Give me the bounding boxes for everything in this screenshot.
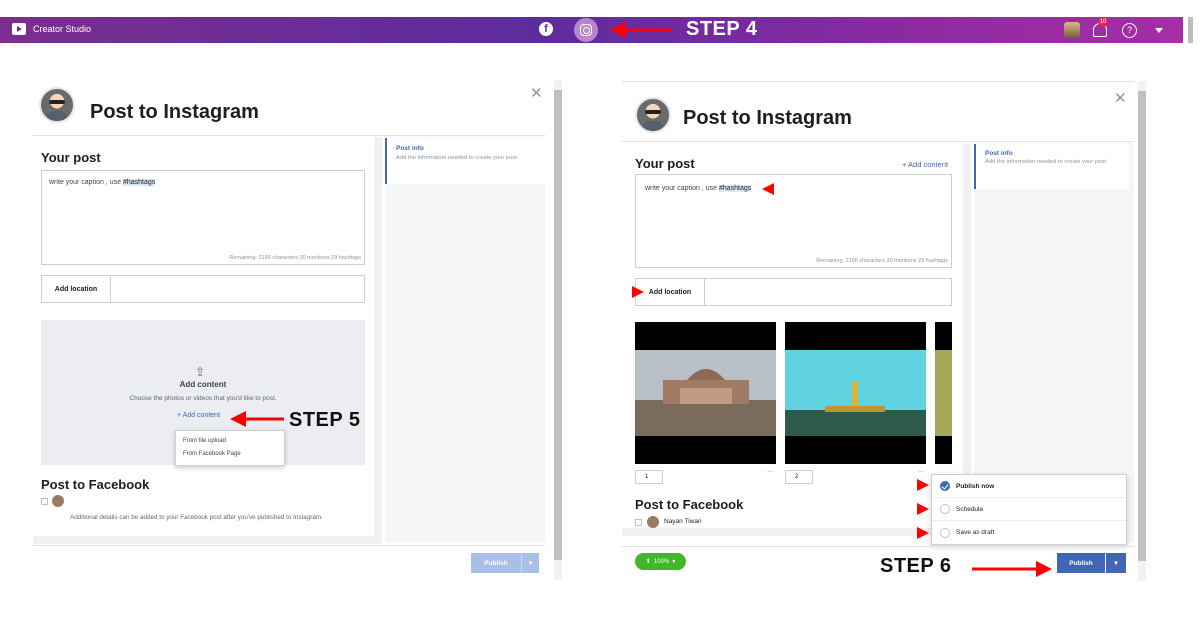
creator-studio-logo-icon [12,23,26,35]
add-content-button[interactable]: + Add content [902,160,948,169]
right-dialog-scrollbar[interactable] [1138,81,1146,581]
add-location-label: Add location [42,276,111,302]
help-icon[interactable]: ? [1122,22,1137,38]
facebook-user-name: Nayan Tiwari [664,518,702,525]
publish-dropdown-button[interactable]: ▾ [521,553,539,573]
app-name: Creator Studio [33,24,92,34]
post-to-facebook-heading: Post to Facebook [41,477,150,492]
main-scrollbar[interactable] [374,137,382,537]
caption-textarea[interactable]: write your caption , use #hashtags Remai… [41,170,365,265]
top-bar: Creator Studio f STEP 4 10 ? [0,17,1183,43]
post-to-facebook-heading: Post to Facebook [635,497,744,512]
post-info-title: Post info [985,150,1013,157]
page-avatar [39,87,75,123]
left-dialog-scrollbar[interactable] [554,80,562,580]
media-order-1[interactable]: 1 [635,470,663,484]
publish-now-option[interactable]: Publish now [932,475,1126,498]
schedule-pointer [917,503,929,515]
dialog-title: Post to Instagram [90,101,259,123]
step6-label: STEP 6 [880,555,952,577]
location-field[interactable]: Add location [635,278,952,306]
post-info-title: Post info [396,145,424,152]
post-info-card[interactable]: Post info Add the information needed to … [974,144,1129,189]
save-as-draft-radio[interactable] [940,527,950,538]
facebook-icon[interactable]: f [539,22,553,36]
step4-arrow [610,22,672,38]
step5-arrow [230,411,284,427]
remaining-counter: Remaining: 2166 characters 30 mentions 2… [816,258,948,264]
location-field[interactable]: Add location [41,275,365,303]
page-avatar [635,97,671,133]
media-order-2[interactable]: 2 [785,470,813,484]
upload-icon: ⇪ [195,365,206,379]
instagram-icon [580,24,592,36]
location-pointer [632,286,644,298]
your-post-heading: Your post [41,150,101,165]
hashtag-text: #hashtags [122,179,156,186]
media-thumbnail-3[interactable] [935,322,952,464]
step5-label: STEP 5 [289,409,361,431]
media-1-more-icon[interactable]: ··· [767,469,773,475]
dialog-title: Post to Instagram [683,107,852,129]
add-content-title: Add content [179,380,227,389]
app-title[interactable]: Creator Studio [12,23,91,35]
profile-avatar[interactable] [1064,22,1080,38]
your-post-heading: Your post [635,156,695,171]
add-content-button[interactable]: + Add content [177,412,220,419]
main-horizontal-scrollbar[interactable] [33,536,382,544]
facebook-page-avatar [647,516,659,528]
post-info-description: Add the information needed to create you… [985,159,1108,165]
media-thumbnail-1[interactable] [635,322,776,464]
add-location-label: Add location [636,279,705,305]
account-menu-caret-icon[interactable] [1155,27,1163,33]
publish-button[interactable]: Publish [1057,553,1105,573]
instagram-tab-button[interactable] [574,18,598,42]
caption-textarea[interactable]: write your caption , use #hashtags Remai… [635,174,952,268]
media-thumbnail-2[interactable] [785,322,926,464]
facebook-page-avatar [52,495,64,507]
window-scrollbar[interactable] [1188,17,1193,43]
hashtag-pointer [762,183,774,195]
media-2-more-icon[interactable]: ··· [918,469,924,475]
publish-now-radio[interactable] [940,481,950,491]
publish-options-menu: Publish now Schedule Save as draft [931,474,1127,545]
remaining-counter: Remaining: 2166 characters 30 mentions 2… [229,255,361,261]
left-composer-dialog: Post to Instagram ✕ Your post write your… [33,80,555,573]
facebook-note: Additional details can be added to your … [70,514,323,521]
add-content-description: Choose the photos or videos that you'd l… [129,395,277,402]
hashtag-text: #hashtags [718,185,752,192]
close-icon[interactable]: ✕ [1114,89,1127,107]
publish-now-pointer [917,479,929,491]
step6-arrow [972,561,1052,577]
publish-dropdown-button[interactable]: ▾ [1106,553,1126,573]
add-content-dropdown: From file upload From Facebook Page [175,430,285,466]
notification-badge: 10 [1098,17,1108,27]
right-composer-dialog: Post to Instagram ✕ Your post + Add cont… [622,81,1134,577]
publish-button[interactable]: Publish [471,553,521,573]
upload-arrow-icon: ⬆ [645,559,651,565]
from-file-upload-option[interactable]: From file upload [176,435,284,448]
post-info-card[interactable]: Post info Add the information needed to … [385,138,545,184]
upload-progress-pill[interactable]: ⬆ 100% ▾ [635,553,686,570]
facebook-checkbox[interactable] [41,498,48,505]
close-icon[interactable]: ✕ [530,84,543,102]
facebook-checkbox[interactable] [635,519,642,526]
schedule-option[interactable]: Schedule [932,498,1126,521]
chevron-down-icon: ▾ [672,559,676,565]
post-info-description: Add the information needed to create you… [396,155,519,161]
save-as-draft-option[interactable]: Save as draft [932,521,1126,544]
from-facebook-page-option[interactable]: From Facebook Page [176,448,284,461]
save-as-draft-pointer [917,527,929,539]
step4-label: STEP 4 [686,18,758,40]
schedule-radio[interactable] [940,504,950,514]
